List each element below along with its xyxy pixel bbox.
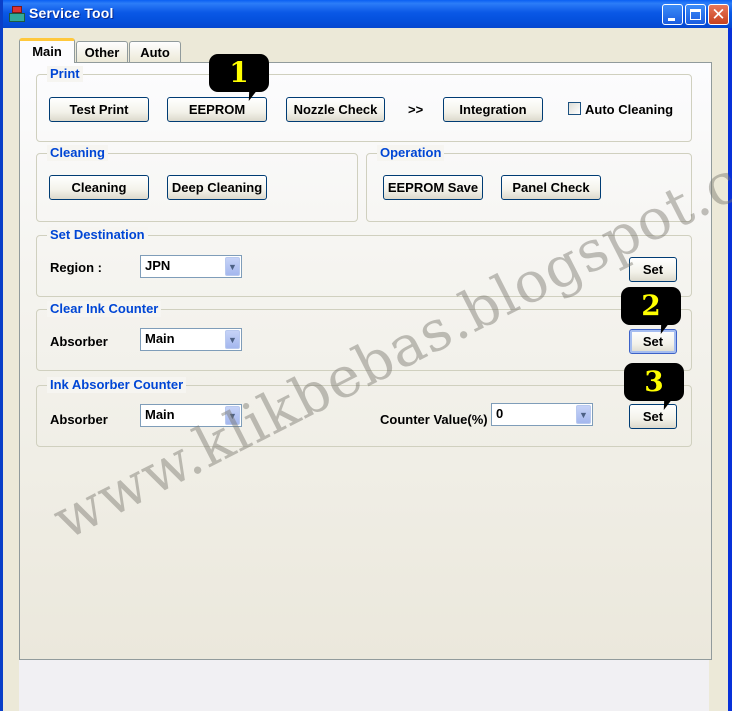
absorber-value: Main	[145, 407, 175, 422]
counter-value-select[interactable]: 0 ▼	[491, 403, 593, 426]
eeprom-save-button[interactable]: EEPROM Save	[383, 175, 483, 200]
status-area	[19, 660, 709, 711]
region-select[interactable]: JPN ▼	[140, 255, 242, 278]
service-tool-window: Service Tool ✕ Main Other Auto Print Tes…	[0, 0, 732, 711]
set-destination-set-button[interactable]: Set	[629, 257, 677, 282]
title-bar[interactable]: Service Tool ✕	[3, 0, 732, 28]
deep-cleaning-button[interactable]: Deep Cleaning	[167, 175, 267, 200]
absorber-select[interactable]: Main ▼	[140, 404, 242, 427]
chevron-down-icon[interactable]: ▼	[576, 405, 591, 424]
counter-value: 0	[496, 406, 504, 421]
ink-absorber-counter-group-title: Ink Absorber Counter	[47, 377, 187, 393]
ink-absorber-counter-set-button[interactable]: Set	[629, 404, 677, 429]
window-title: Service Tool	[29, 5, 114, 21]
auto-cleaning-label[interactable]: Auto Cleaning	[585, 102, 673, 117]
integration-button[interactable]: Integration	[443, 97, 543, 122]
maximize-icon	[690, 9, 701, 20]
set-destination-group-title: Set Destination	[47, 227, 148, 243]
print-group-title: Print	[47, 66, 83, 82]
minimize-button[interactable]	[662, 4, 683, 25]
callout-number: 1	[229, 56, 249, 89]
chevron-down-icon[interactable]: ▼	[225, 257, 240, 276]
ink-absorber-counter-group: Ink Absorber Counter	[36, 377, 692, 447]
test-print-button[interactable]: Test Print	[49, 97, 149, 122]
operation-group-title: Operation	[377, 145, 445, 161]
clear-ink-counter-group: Clear Ink Counter	[36, 301, 692, 371]
clear-absorber-select[interactable]: Main ▼	[140, 328, 242, 351]
region-value: JPN	[145, 258, 171, 273]
absorber-label: Absorber	[50, 412, 108, 427]
tab-other[interactable]: Other	[76, 41, 128, 62]
maximize-button[interactable]	[685, 4, 706, 25]
nozzle-check-button[interactable]: Nozzle Check	[286, 97, 385, 122]
arrow-label: >>	[408, 102, 424, 117]
callout-marker-1: 1	[209, 54, 269, 101]
minimize-icon	[668, 18, 675, 21]
clear-absorber-value: Main	[145, 331, 175, 346]
chevron-down-icon[interactable]: ▼	[225, 406, 240, 425]
clear-absorber-label: Absorber	[50, 334, 108, 349]
auto-cleaning-checkbox[interactable]	[568, 102, 581, 115]
app-icon	[9, 6, 25, 22]
cleaning-group-title: Cleaning	[47, 145, 108, 161]
chevron-down-icon[interactable]: ▼	[225, 330, 240, 349]
callout-marker-3: 3	[624, 363, 684, 410]
clear-ink-counter-set-button[interactable]: Set	[629, 329, 677, 354]
callout-number: 2	[641, 289, 661, 322]
counter-value-label: Counter Value(%)	[380, 412, 488, 427]
cleaning-button[interactable]: Cleaning	[49, 175, 149, 200]
tab-auto[interactable]: Auto	[129, 41, 181, 62]
close-icon: ✕	[711, 5, 726, 24]
callout-number: 3	[644, 365, 664, 398]
callout-marker-2: 2	[621, 287, 681, 334]
clear-ink-counter-group-title: Clear Ink Counter	[47, 301, 162, 317]
tab-main[interactable]: Main	[19, 38, 75, 63]
panel-check-button[interactable]: Panel Check	[501, 175, 601, 200]
region-label: Region :	[50, 260, 102, 275]
close-button[interactable]: ✕	[708, 4, 729, 25]
set-destination-group: Set Destination	[36, 227, 692, 297]
